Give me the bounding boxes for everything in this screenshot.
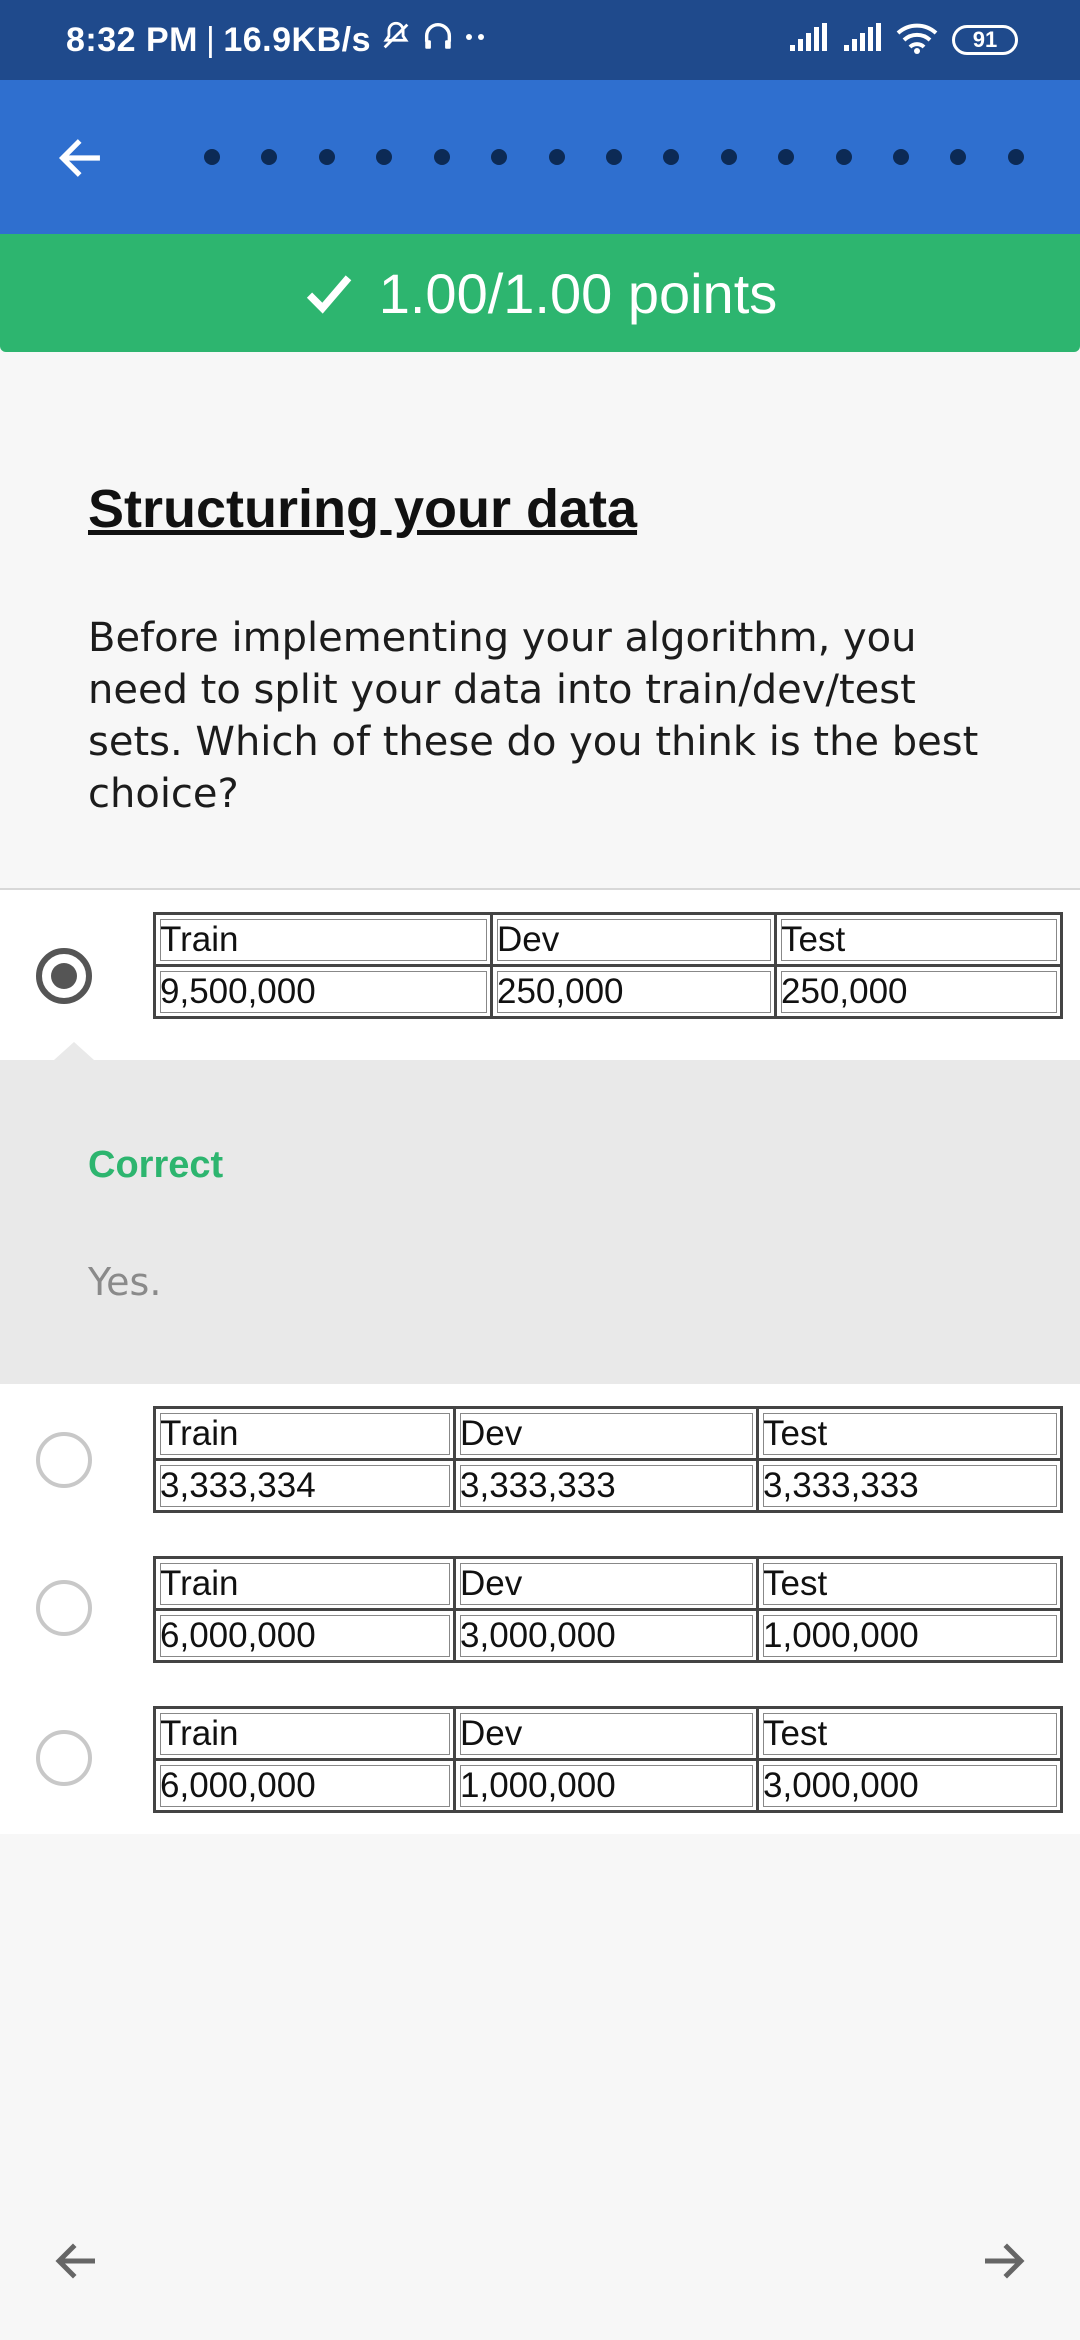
progress-dot[interactable] — [950, 149, 967, 165]
arrow-right-icon — [985, 2243, 1025, 2279]
table-cell: 9,500,000 — [153, 964, 493, 1019]
more-dots-icon — [463, 19, 487, 62]
signal-icon — [842, 22, 882, 58]
check-icon — [303, 267, 355, 319]
table-header: Test — [774, 912, 1063, 967]
arrow-left-icon — [55, 2243, 95, 2279]
table-cell: 6,000,000 — [153, 1758, 456, 1813]
status-right: 91 — [788, 0, 1018, 80]
progress-dot[interactable] — [778, 149, 795, 165]
mute-icon — [379, 19, 413, 62]
question-text: Before implementing your algorithm, you … — [88, 615, 979, 817]
table-header: Train — [153, 1706, 456, 1761]
progress-dot[interactable] — [261, 149, 278, 165]
status-separator: | — [206, 20, 216, 59]
battery-icon: 91 — [952, 25, 1018, 55]
radio-button[interactable] — [36, 1432, 92, 1488]
status-bar: 8:32 PM | 16.9KB/s 91 — [0, 0, 1080, 80]
feedback-title: Correct — [88, 1144, 224, 1186]
arrow-left-icon — [58, 139, 100, 177]
radio-button-selected[interactable] — [36, 948, 92, 1004]
table-header: Dev — [453, 1706, 759, 1761]
status-left: 8:32 PM | 16.9KB/s — [66, 0, 487, 80]
answer-option[interactable]: Train Dev Test 6,000,000 3,000,000 1,000… — [0, 1534, 1080, 1684]
table-header: Test — [756, 1406, 1063, 1461]
headphones-icon — [421, 19, 455, 62]
progress-dot[interactable] — [376, 149, 393, 165]
table-header: Train — [153, 1406, 456, 1461]
progress-dot[interactable] — [491, 149, 508, 165]
table-header: Train — [153, 912, 493, 967]
score-text: 1.00/1.00 points — [378, 261, 778, 325]
table-cell: 250,000 — [490, 964, 777, 1019]
option-table: Train Dev Test 9,500,000 250,000 250,000 — [153, 912, 1063, 1019]
table-cell: 3,333,333 — [453, 1458, 759, 1513]
signal-icon — [788, 22, 828, 58]
answer-option[interactable]: Train Dev Test 6,000,000 1,000,000 3,000… — [0, 1684, 1080, 1834]
app-bar — [0, 80, 1080, 234]
radio-button[interactable] — [36, 1730, 92, 1786]
progress-dot[interactable] — [204, 149, 220, 165]
table-header: Test — [756, 1706, 1063, 1761]
progress-dot[interactable] — [720, 149, 737, 165]
answer-option[interactable]: Train Dev Test 3,333,334 3,333,333 3,333… — [0, 1384, 1080, 1534]
progress-dot[interactable] — [893, 149, 910, 165]
option-table: Train Dev Test 3,333,334 3,333,333 3,333… — [153, 1406, 1063, 1513]
progress-dot[interactable] — [605, 149, 622, 165]
option-table: Train Dev Test 6,000,000 3,000,000 1,000… — [153, 1556, 1063, 1663]
wifi-icon — [896, 22, 938, 59]
table-cell: 1,000,000 — [453, 1758, 759, 1813]
progress-dot[interactable] — [548, 149, 565, 165]
table-header: Dev — [453, 1556, 759, 1611]
status-time: 8:32 PM — [66, 20, 198, 59]
table-cell: 1,000,000 — [756, 1608, 1063, 1663]
feedback-text: Yes. — [88, 1260, 162, 1304]
progress-dots — [204, 147, 1024, 167]
progress-dot[interactable] — [663, 149, 680, 165]
table-cell: 3,333,333 — [756, 1458, 1063, 1513]
table-cell: 6,000,000 — [153, 1608, 456, 1663]
table-cell: 3,333,334 — [153, 1458, 456, 1513]
progress-dot[interactable] — [835, 149, 852, 165]
radio-button[interactable] — [36, 1580, 92, 1636]
table-header: Dev — [453, 1406, 759, 1461]
back-button[interactable] — [44, 122, 116, 194]
table-cell: 250,000 — [774, 964, 1063, 1019]
option-table: Train Dev Test 6,000,000 1,000,000 3,000… — [153, 1706, 1063, 1813]
progress-dot[interactable] — [318, 149, 335, 165]
previous-button[interactable] — [42, 2226, 112, 2296]
table-header: Test — [756, 1556, 1063, 1611]
progress-dot[interactable] — [1007, 149, 1024, 165]
answer-option[interactable]: Train Dev Test 9,500,000 250,000 250,000 — [0, 890, 1080, 1060]
next-button[interactable] — [968, 2226, 1038, 2296]
score-banner: 1.00/1.00 points — [0, 234, 1080, 352]
progress-dot[interactable] — [433, 149, 450, 165]
feedback-panel: Correct Yes. — [0, 1042, 1080, 1384]
status-speed: 16.9KB/s — [223, 20, 371, 59]
question-title: Structuring your data — [88, 479, 638, 539]
table-cell: 3,000,000 — [453, 1608, 759, 1663]
table-cell: 3,000,000 — [756, 1758, 1063, 1813]
table-header: Train — [153, 1556, 456, 1611]
table-header: Dev — [490, 912, 777, 967]
